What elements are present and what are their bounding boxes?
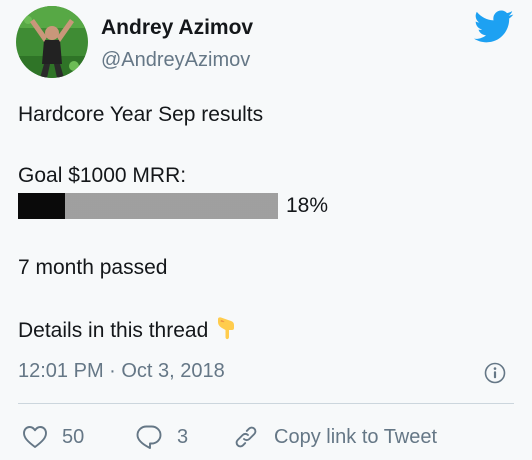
tweet-text-details: Details in this thread bbox=[18, 316, 238, 346]
tweet-timestamp[interactable]: 12:01 PM · Oct 3, 2018 bbox=[18, 360, 225, 383]
reply-bubble-icon bbox=[136, 425, 162, 449]
author-display-name[interactable]: Andrey Azimov bbox=[101, 16, 253, 40]
twitter-bird-icon[interactable] bbox=[474, 10, 514, 44]
link-icon bbox=[235, 426, 257, 448]
author-handle[interactable]: @AndreyAzimov bbox=[101, 49, 250, 72]
reply-count: 3 bbox=[177, 425, 189, 448]
avatar[interactable] bbox=[16, 6, 88, 78]
progress-fill bbox=[18, 193, 65, 219]
mrr-progress: 18% bbox=[18, 193, 328, 219]
pointing-down-hand-icon bbox=[214, 316, 238, 346]
like-count: 50 bbox=[62, 425, 85, 448]
avatar-photo bbox=[16, 6, 88, 78]
copy-link-label: Copy link to Tweet bbox=[274, 425, 438, 448]
tweet-text-line1: Hardcore Year Sep results bbox=[18, 103, 264, 126]
tweet-text-goal: Goal $1000 MRR: bbox=[18, 164, 187, 187]
reply-button[interactable]: 3 bbox=[135, 422, 188, 452]
copy-link-button[interactable]: Copy link to Tweet bbox=[232, 422, 437, 452]
info-icon[interactable] bbox=[484, 362, 506, 384]
details-label: Details in this thread bbox=[18, 319, 209, 342]
progress-percent: 18% bbox=[286, 194, 329, 217]
like-button[interactable]: 50 bbox=[22, 422, 84, 452]
divider bbox=[18, 403, 514, 404]
heart-icon bbox=[23, 426, 47, 448]
tweet-card: Andrey Azimov @AndreyAzimov Hardcore Yea… bbox=[0, 0, 532, 460]
tweet-text-months: 7 month passed bbox=[18, 256, 168, 279]
progress-track bbox=[18, 193, 278, 219]
